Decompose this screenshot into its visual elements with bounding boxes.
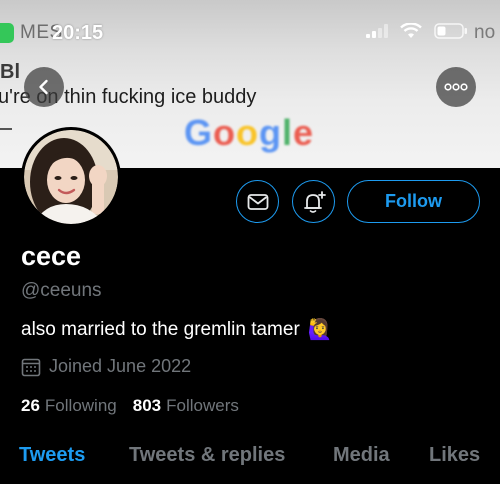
battery-icon (434, 23, 467, 39)
joined-date: Joined June 2022 (21, 356, 191, 377)
bell-plus-icon (303, 190, 326, 213)
tab-tweets[interactable]: Tweets (19, 444, 85, 467)
status-time: 20:15 (52, 22, 104, 44)
more-options-button[interactable] (436, 67, 476, 107)
status-icons (366, 23, 468, 39)
display-name: cece (21, 241, 82, 271)
back-button[interactable] (24, 67, 64, 107)
follow-button[interactable]: Follow (347, 180, 480, 223)
tab-likes[interactable]: Likes (429, 444, 480, 467)
profile-tabs: Tweets Tweets & replies Media Likes (0, 440, 500, 484)
notifications-button[interactable] (292, 180, 335, 223)
calendar-icon (21, 358, 41, 376)
bio: also married to the gremlin tamer 🙋‍♀️ (21, 317, 333, 342)
joined-label: Joined June 2022 (49, 356, 192, 376)
raising-hand-emoji: 🙋‍♀️ (307, 319, 333, 341)
envelope-icon (247, 193, 268, 210)
notification-right-fragment: no (474, 22, 496, 43)
tab-tweets-and-replies[interactable]: Tweets & replies (129, 444, 285, 467)
signal-icon (366, 24, 388, 38)
more-icon (444, 83, 468, 91)
follow-stats: 26 Following 803 Followers (21, 396, 239, 416)
google-logo-fragment: Google (184, 112, 315, 153)
followers-count: 803 (132, 396, 162, 415)
tab-media[interactable]: Media (333, 444, 390, 467)
following-label: Following (44, 396, 117, 415)
followers-link[interactable]: 803 Followers (133, 396, 239, 416)
following-link[interactable]: 26 Following (21, 396, 117, 416)
avatar[interactable] (21, 127, 121, 227)
notification-sender: Bl (0, 61, 20, 83)
wifi-icon (400, 23, 422, 38)
handle: @ceeuns (21, 280, 102, 301)
followers-label: Followers (166, 396, 239, 415)
message-button[interactable] (236, 180, 279, 223)
bio-text: also married to the gremlin tamer (21, 318, 300, 340)
following-count: 26 (21, 396, 40, 415)
banner-divider (0, 128, 12, 130)
avatar-photo (24, 130, 118, 224)
chevron-left-icon (39, 79, 48, 95)
messages-app-icon (0, 23, 14, 43)
